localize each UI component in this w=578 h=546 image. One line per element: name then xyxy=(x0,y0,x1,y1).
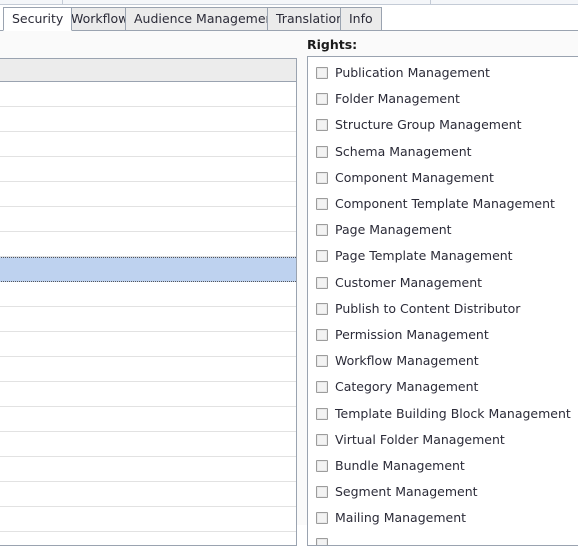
checkbox-icon[interactable] xyxy=(316,381,328,394)
rights-list-item[interactable]: Schema Management xyxy=(308,139,578,165)
tab-audience-management[interactable]: Audience Management xyxy=(125,7,288,31)
rights-list-item-label: Virtual Folder Management xyxy=(335,431,505,447)
members-table-body xyxy=(0,82,296,532)
members-table-row[interactable] xyxy=(0,307,296,332)
members-table-row[interactable] xyxy=(0,507,296,532)
rights-list-item-label: Schema Management xyxy=(335,143,472,159)
checkbox-icon[interactable] xyxy=(316,224,328,237)
rights-list-item-label: Mailing Management xyxy=(335,510,467,526)
members-table-row[interactable] xyxy=(0,432,296,457)
members-table-row[interactable] xyxy=(0,157,296,182)
members-table-row[interactable] xyxy=(0,482,296,507)
rights-title: Rights: xyxy=(307,37,358,52)
rights-list-item[interactable]: Page Management xyxy=(308,217,578,243)
checkbox-icon[interactable] xyxy=(316,512,328,525)
rights-list-item-label: Category Management xyxy=(335,379,479,395)
rights-list-item-label: Structure Group Management xyxy=(335,117,522,133)
rights-list-item[interactable]: Virtual Folder Management xyxy=(308,427,578,453)
members-table-row[interactable] xyxy=(0,382,296,407)
checkbox-icon[interactable] xyxy=(316,171,328,184)
checkbox-icon[interactable] xyxy=(316,407,328,420)
rights-list-item-label: Permission Management xyxy=(335,326,489,342)
members-table-header xyxy=(0,59,296,82)
checkbox-icon[interactable] xyxy=(316,328,328,341)
rights-list-item-label: Component Management xyxy=(335,169,494,185)
rights-list-item-label: Segment Management xyxy=(335,484,478,500)
rights-list: Publication Management Folder Management S… xyxy=(308,57,578,545)
checkbox-icon[interactable] xyxy=(316,459,328,472)
checkbox-icon[interactable] xyxy=(316,538,328,545)
members-table-row[interactable] xyxy=(0,357,296,382)
rights-list-item-label: Page Management xyxy=(335,222,452,238)
rights-list-item[interactable]: Publication Management xyxy=(308,60,578,86)
checkbox-icon[interactable] xyxy=(316,355,328,368)
rights-list-item-label: Customer Management xyxy=(335,274,483,290)
tab-label: Translation xyxy=(276,11,345,26)
rights-list-item[interactable]: Component Management xyxy=(308,165,578,191)
checkbox-icon[interactable] xyxy=(316,433,328,446)
checkbox-icon[interactable] xyxy=(316,198,328,211)
rights-list-item[interactable]: Category Management xyxy=(308,374,578,400)
rights-list-item-label: Page Template Management xyxy=(335,248,513,264)
members-table-row[interactable] xyxy=(0,407,296,432)
checkbox-icon[interactable] xyxy=(316,250,328,263)
rights-list-item-label: Folder Management xyxy=(335,91,460,107)
tab-info[interactable]: Info xyxy=(340,7,382,31)
rights-list-item[interactable]: Folder Management xyxy=(308,86,578,112)
tab-bar: Security Workflow Audience Management Tr… xyxy=(0,7,578,31)
tab-label: Workflow xyxy=(71,11,129,26)
rights-list-item-label: Publish to Content Distributor xyxy=(335,300,521,316)
rights-list-item-label: Publication Management xyxy=(335,65,490,81)
members-table-row[interactable] xyxy=(0,232,296,257)
rights-list-item[interactable]: Permission Management xyxy=(308,322,578,348)
members-table-row[interactable] xyxy=(0,82,296,107)
rights-list-item[interactable]: Customer Management xyxy=(308,270,578,296)
members-table-row[interactable] xyxy=(0,132,296,157)
rights-list-box[interactable]: Publication Management Folder Management S… xyxy=(307,56,578,546)
rights-list-item[interactable] xyxy=(308,531,578,545)
members-table-row[interactable] xyxy=(0,282,296,307)
rights-list-item[interactable]: Workflow Management xyxy=(308,348,578,374)
top-toolbar-strip xyxy=(0,0,578,7)
members-table-row[interactable] xyxy=(0,207,296,232)
rights-list-item-label: Template Building Block Management xyxy=(335,405,571,421)
rights-list-item[interactable]: Publish to Content Distributor xyxy=(308,296,578,322)
rights-list-item[interactable]: Template Building Block Management xyxy=(308,400,578,426)
checkbox-icon[interactable] xyxy=(316,119,328,132)
rights-list-item[interactable]: Page Template Management xyxy=(308,243,578,269)
tab-label: Audience Management xyxy=(134,11,279,26)
tab-label: Info xyxy=(349,11,373,26)
top-toolbar-separator xyxy=(62,0,63,5)
rights-list-item-label: Component Template Management xyxy=(335,196,555,212)
members-table-row[interactable] xyxy=(0,107,296,132)
checkbox-icon[interactable] xyxy=(316,145,328,158)
members-table-row[interactable] xyxy=(0,457,296,482)
rights-list-item[interactable]: Component Template Management xyxy=(308,191,578,217)
rights-list-item-label: Bundle Management xyxy=(335,457,465,473)
security-tab-panel: Rights: Publication Management Folder Man… xyxy=(0,31,578,546)
tab-security[interactable]: Security xyxy=(3,7,73,31)
rights-list-item[interactable]: Bundle Management xyxy=(308,453,578,479)
rights-list-item[interactable]: Structure Group Management xyxy=(308,112,578,138)
rights-list-item[interactable]: Mailing Management xyxy=(308,505,578,531)
checkbox-icon[interactable] xyxy=(316,302,328,315)
checkbox-icon[interactable] xyxy=(316,486,328,499)
members-table-row[interactable] xyxy=(0,332,296,357)
members-table-row[interactable] xyxy=(0,182,296,207)
members-table-row-selected[interactable] xyxy=(0,257,296,282)
tab-label: Security xyxy=(12,11,64,26)
rights-list-item-label: Workflow Management xyxy=(335,353,479,369)
checkbox-icon[interactable] xyxy=(316,276,328,289)
rights-list-item[interactable]: Segment Management xyxy=(308,479,578,505)
top-toolbar-separator xyxy=(430,0,431,5)
members-table[interactable] xyxy=(0,58,297,546)
checkbox-icon[interactable] xyxy=(316,93,328,106)
checkbox-icon[interactable] xyxy=(316,67,328,80)
top-toolbar-band xyxy=(0,0,578,5)
